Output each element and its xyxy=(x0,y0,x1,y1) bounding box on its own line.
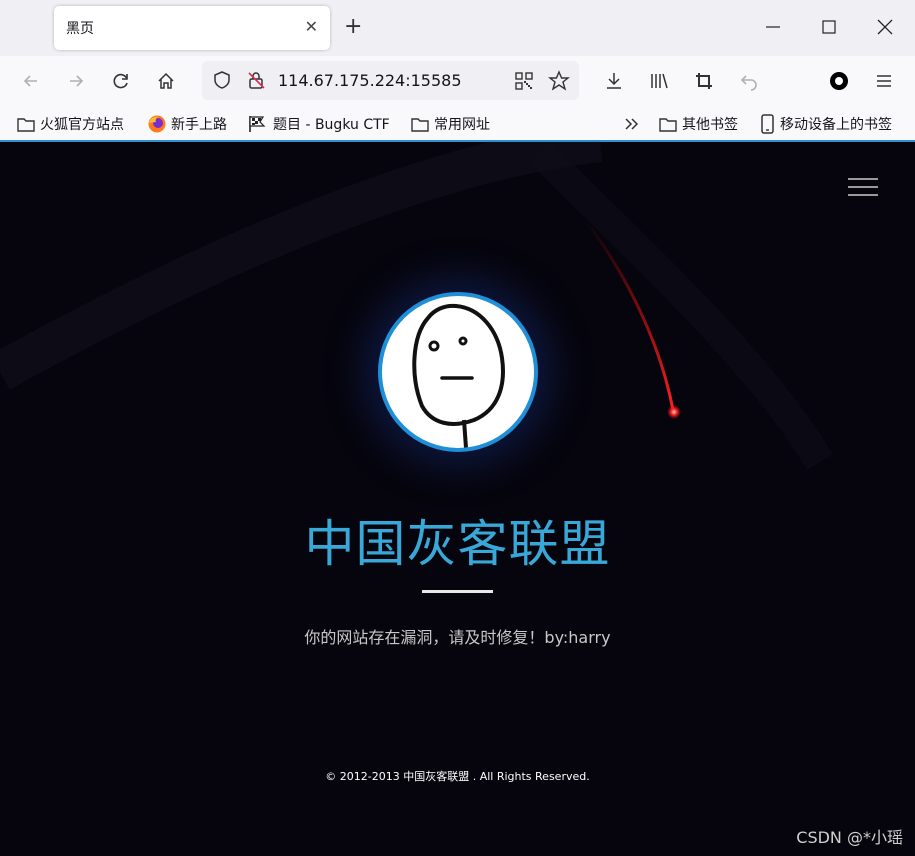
new-tab-icon[interactable]: + xyxy=(344,14,362,40)
minimize-icon[interactable] xyxy=(758,14,788,40)
folder-icon xyxy=(17,118,35,132)
reload-icon[interactable] xyxy=(108,68,134,94)
hamburger-menu-icon[interactable] xyxy=(848,178,878,198)
bookmark-label: 其他书签 xyxy=(682,117,738,133)
bookmark-label: 常用网址 xyxy=(434,117,490,133)
meme-face-drawing xyxy=(412,303,505,448)
browser-tab[interactable]: 黑页 ✕ xyxy=(54,6,330,50)
title-divider xyxy=(422,590,493,593)
forward-icon[interactable] xyxy=(63,68,89,94)
star-icon[interactable] xyxy=(548,70,570,96)
bookmark-label: 题目 - Bugku CTF xyxy=(273,117,390,133)
folder-icon xyxy=(659,118,677,132)
tab-title: 黑页 xyxy=(66,21,94,37)
library-icon[interactable] xyxy=(646,68,672,94)
page-subtitle: 你的网站存在漏洞，请及时修复！by:harry xyxy=(304,628,611,647)
account-icon[interactable] xyxy=(826,68,852,94)
firefox-icon xyxy=(148,115,166,133)
url-bar[interactable]: 114.67.175.224:15585 xyxy=(202,61,579,100)
bookmark-label: 移动设备上的书签 xyxy=(780,117,892,133)
page-title: 中国灰客联盟 xyxy=(304,515,611,573)
bookmark-label: 火狐官方站点 xyxy=(40,117,124,133)
home-icon[interactable] xyxy=(153,68,179,94)
page-footer: © 2012-2013 中国灰客联盟 . All Rights Reserved… xyxy=(325,770,590,783)
avatar xyxy=(378,292,538,452)
close-icon[interactable]: ✕ xyxy=(305,17,318,37)
download-icon[interactable] xyxy=(601,68,627,94)
folder-icon xyxy=(411,118,429,132)
url-text[interactable]: 114.67.175.224:15585 xyxy=(278,71,462,90)
menu-icon[interactable] xyxy=(871,68,897,94)
bookmark-item[interactable]: 常用网址 xyxy=(410,113,490,135)
bookmarks-bar: 火狐官方站点 新手上路 题目 - Bugku CTF 常用网址 其他书签 移动设… xyxy=(0,106,915,142)
flag-icon xyxy=(249,116,266,132)
window-close-icon[interactable] xyxy=(870,14,900,40)
navigation-bar: 114.67.175.224:15585 xyxy=(0,56,915,106)
bookmarks-overflow-icon[interactable] xyxy=(622,113,646,135)
back-icon[interactable] xyxy=(18,68,44,94)
bookmark-label: 新手上路 xyxy=(171,117,227,133)
watermark: CSDN @*小瑶 xyxy=(796,828,903,847)
bookmark-item[interactable]: 新手上路 xyxy=(147,113,227,135)
qr-code-icon[interactable] xyxy=(514,71,534,95)
shield-icon[interactable] xyxy=(212,70,232,94)
bookmark-item[interactable]: 题目 - Bugku CTF xyxy=(247,113,390,135)
maximize-icon[interactable] xyxy=(814,14,844,40)
screenshot-icon[interactable] xyxy=(691,68,717,94)
bookmark-item[interactable]: 火狐官方站点 xyxy=(16,113,124,135)
undo-icon[interactable] xyxy=(736,68,762,94)
insecure-lock-icon[interactable] xyxy=(246,70,266,94)
page-content: 中国灰客联盟 你的网站存在漏洞，请及时修复！by:harry © 2012-20… xyxy=(0,142,915,856)
bookmark-item[interactable]: 移动设备上的书签 xyxy=(760,113,892,135)
mobile-icon xyxy=(761,114,774,134)
background-art xyxy=(0,142,833,470)
bookmark-item[interactable]: 其他书签 xyxy=(658,113,738,135)
tab-strip: 黑页 ✕ + xyxy=(0,0,915,56)
